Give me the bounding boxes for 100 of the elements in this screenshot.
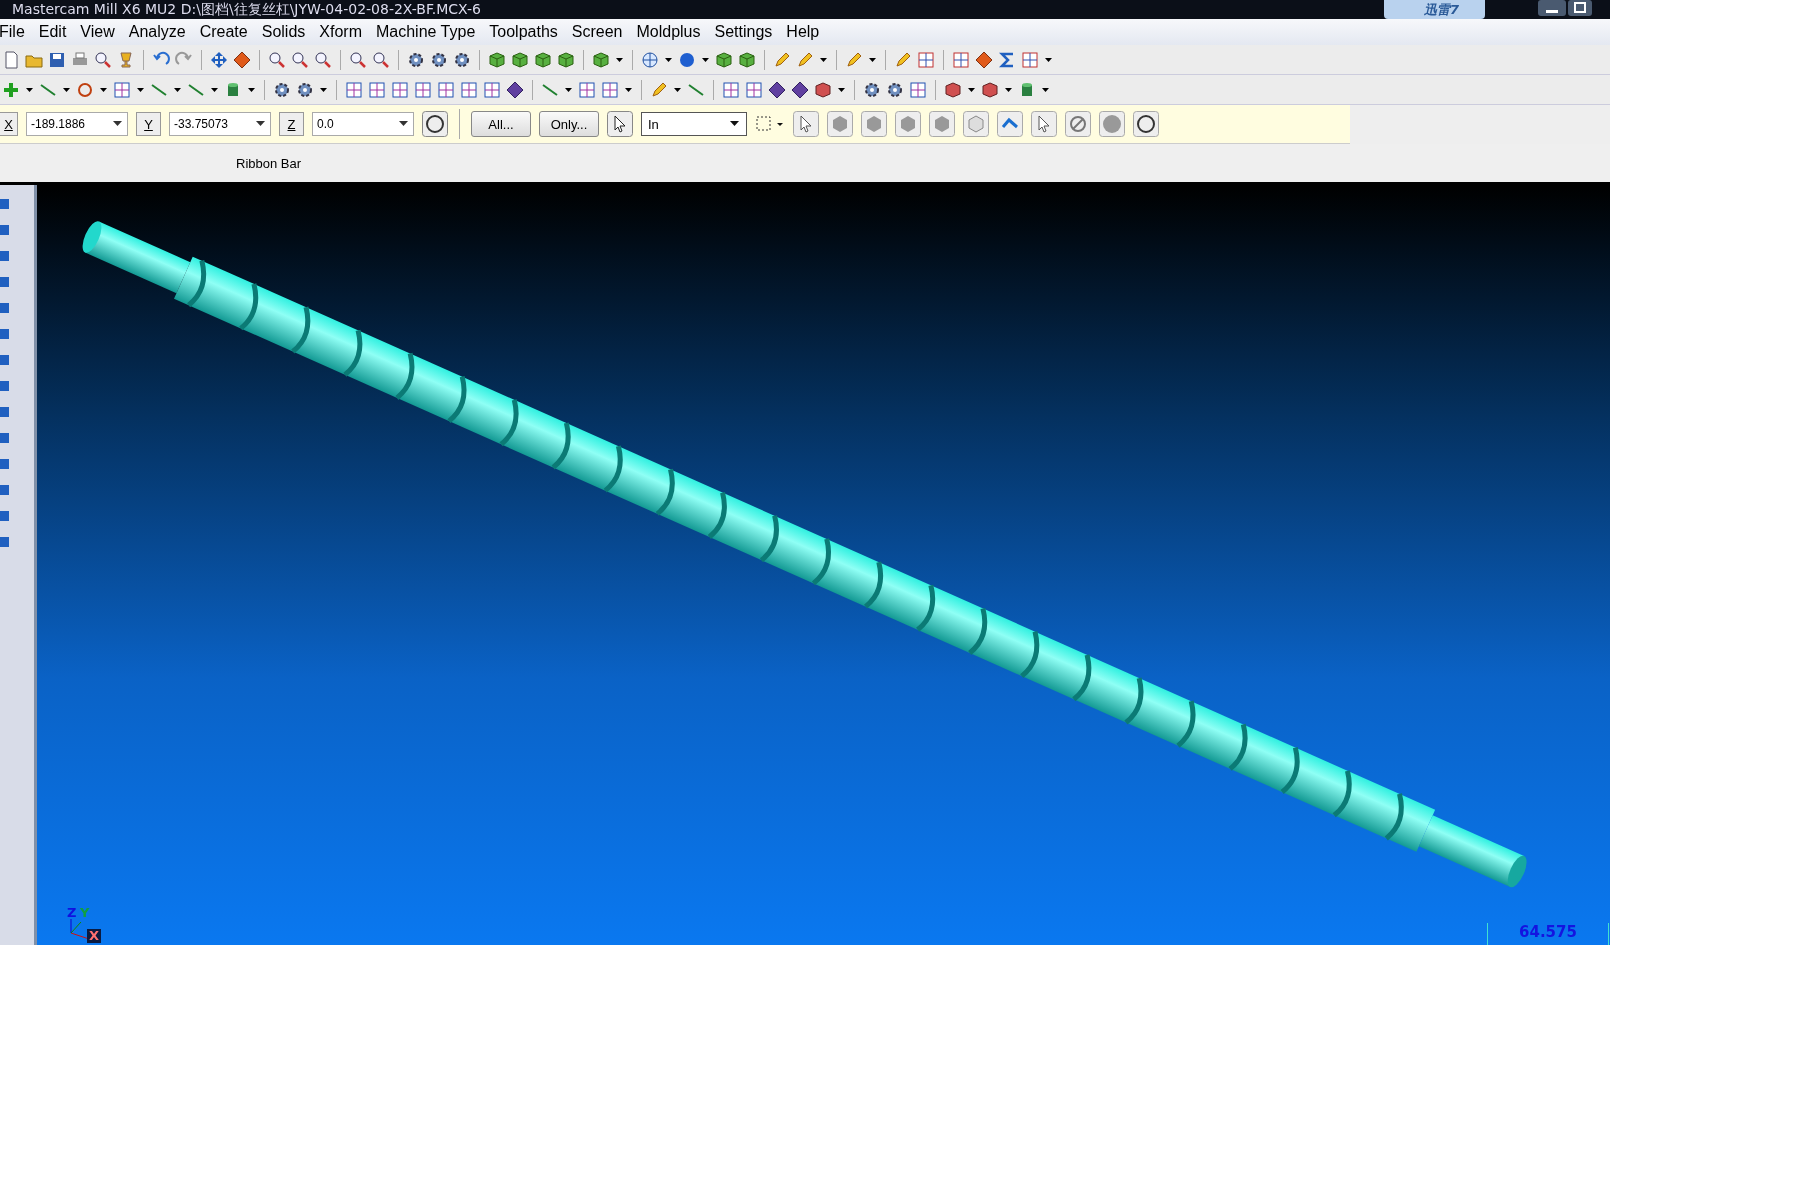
minimize-icon[interactable] [1538,0,1566,16]
toolbar-icon[interactable] [0,301,12,315]
menu-item[interactable]: View [73,23,122,41]
toolbar-icon[interactable] [0,353,12,367]
pointer-icon[interactable] [1031,111,1057,137]
magnifier-icon[interactable] [314,50,332,69]
pencil-icon[interactable] [773,50,791,69]
gear-icon[interactable] [296,80,314,99]
axis-label: Z [67,905,77,920]
dashed-box-icon[interactable] [755,115,785,133]
ban-icon[interactable] [1065,111,1091,137]
grid-icon[interactable] [113,80,131,99]
toolbar-icon[interactable] [0,509,12,523]
diamond-icon[interactable] [768,80,786,99]
cross-arrows-icon[interactable] [210,50,228,69]
magnifier-icon[interactable] [268,50,286,69]
toolbar-icon[interactable] [0,223,12,237]
grid-icon[interactable] [722,80,740,99]
grid-icon[interactable] [368,80,386,99]
grid-icon[interactable] [745,80,763,99]
axis-label: Y [80,905,90,920]
caret-icon[interactable] [113,120,123,128]
grid-icon[interactable] [414,80,432,99]
menu-item[interactable]: Analyze [121,23,193,41]
taskbar-badge[interactable]: 迅雷7 [1384,0,1486,19]
toolbar-icon[interactable] [0,275,12,289]
globe-icon[interactable] [641,50,659,69]
gear-icon[interactable] [863,80,881,99]
magnifier-icon[interactable] [349,50,367,69]
axis-lock-button[interactable]: Z [279,112,304,136]
gear-icon[interactable] [453,50,471,69]
caret-icon[interactable] [399,120,409,128]
menu-item[interactable]: Screen [564,23,630,41]
grid-icon[interactable] [909,80,927,99]
selection-button[interactable]: Only... [539,111,599,137]
pencil-icon[interactable] [845,50,863,69]
toolbar-icon[interactable] [0,197,12,211]
menu-item[interactable]: Solids [254,23,313,41]
coordinate-field[interactable]: -33.75073 [169,112,271,136]
maximize-icon[interactable] [1568,0,1592,16]
menu-item[interactable]: Edit [31,23,74,41]
gear-icon[interactable] [273,80,291,99]
magnifier-icon[interactable] [372,50,390,69]
grid-icon[interactable] [578,80,596,99]
menu-item[interactable]: Toolpaths [482,23,565,41]
magnifier-icon[interactable] [291,50,309,69]
ribbon-caption: Ribbon Bar [236,155,302,171]
diamond-icon[interactable] [506,80,524,99]
diamond-icon[interactable] [791,80,809,99]
menu-item[interactable]: Settings [707,23,780,41]
coordinate-field[interactable]: -189.1886 [26,112,128,136]
coordinate-field[interactable]: 0.0 [312,112,414,136]
selection-button[interactable]: All... [471,111,531,137]
grid-icon[interactable] [437,80,455,99]
menu-item[interactable]: Machine Type [368,23,483,41]
selection-mode-dropdown[interactable]: In [641,112,747,136]
toolbar-icon[interactable] [0,249,12,263]
menu-item[interactable]: Help [779,23,827,41]
plus-icon[interactable] [2,80,20,99]
toolbar-icon[interactable] [0,379,12,393]
diamond-icon[interactable] [233,50,251,69]
magnifier-icon[interactable] [94,50,112,69]
toolbar-icon[interactable] [0,431,12,445]
grid-icon[interactable] [483,80,501,99]
trophy-icon[interactable] [117,50,135,69]
toolbar-icon[interactable] [0,405,12,419]
grid-icon[interactable] [917,50,935,69]
menu-item[interactable]: Create [192,23,255,41]
scale-bar: 64.575 [1487,923,1609,945]
menu-item[interactable]: File [0,23,32,41]
axis-lock-button[interactable]: X [0,112,18,136]
grid-icon[interactable] [952,50,970,69]
toolbar-icon[interactable] [0,535,12,549]
axis-lock-button[interactable]: Y [136,112,161,136]
sphere-icon[interactable] [678,50,696,69]
pointer-icon[interactable] [793,111,819,137]
gear-icon[interactable] [430,50,448,69]
grid-icon[interactable] [391,80,409,99]
diamond-icon[interactable] [975,50,993,69]
sigma-icon[interactable] [998,50,1016,69]
pencil-icon[interactable] [650,80,668,99]
window-title: Mastercam Mill X6 MU2 D:\图档\往复丝杠\JYW-04-02-08-2X-BF.MCX-6 [12,0,481,19]
grid-icon[interactable] [601,80,619,99]
toolbar-icon[interactable] [0,483,12,497]
pencil-icon[interactable] [894,50,912,69]
toolbar-icon[interactable] [0,457,12,471]
pointer-icon[interactable] [607,111,633,137]
caret-icon[interactable] [256,120,266,128]
menu-item[interactable]: Xform [312,23,369,41]
circle-icon[interactable] [76,80,94,99]
pencil-icon[interactable] [796,50,814,69]
grid-icon[interactable] [345,80,363,99]
gear-icon[interactable] [886,80,904,99]
menu-item[interactable]: Moldplus [629,23,708,41]
grid-icon[interactable] [1021,50,1039,69]
caret-icon[interactable] [730,120,740,128]
document-icon[interactable] [2,50,20,69]
toolbar-icon[interactable] [0,327,12,341]
grid-icon[interactable] [460,80,478,99]
gear-icon[interactable] [407,50,425,69]
